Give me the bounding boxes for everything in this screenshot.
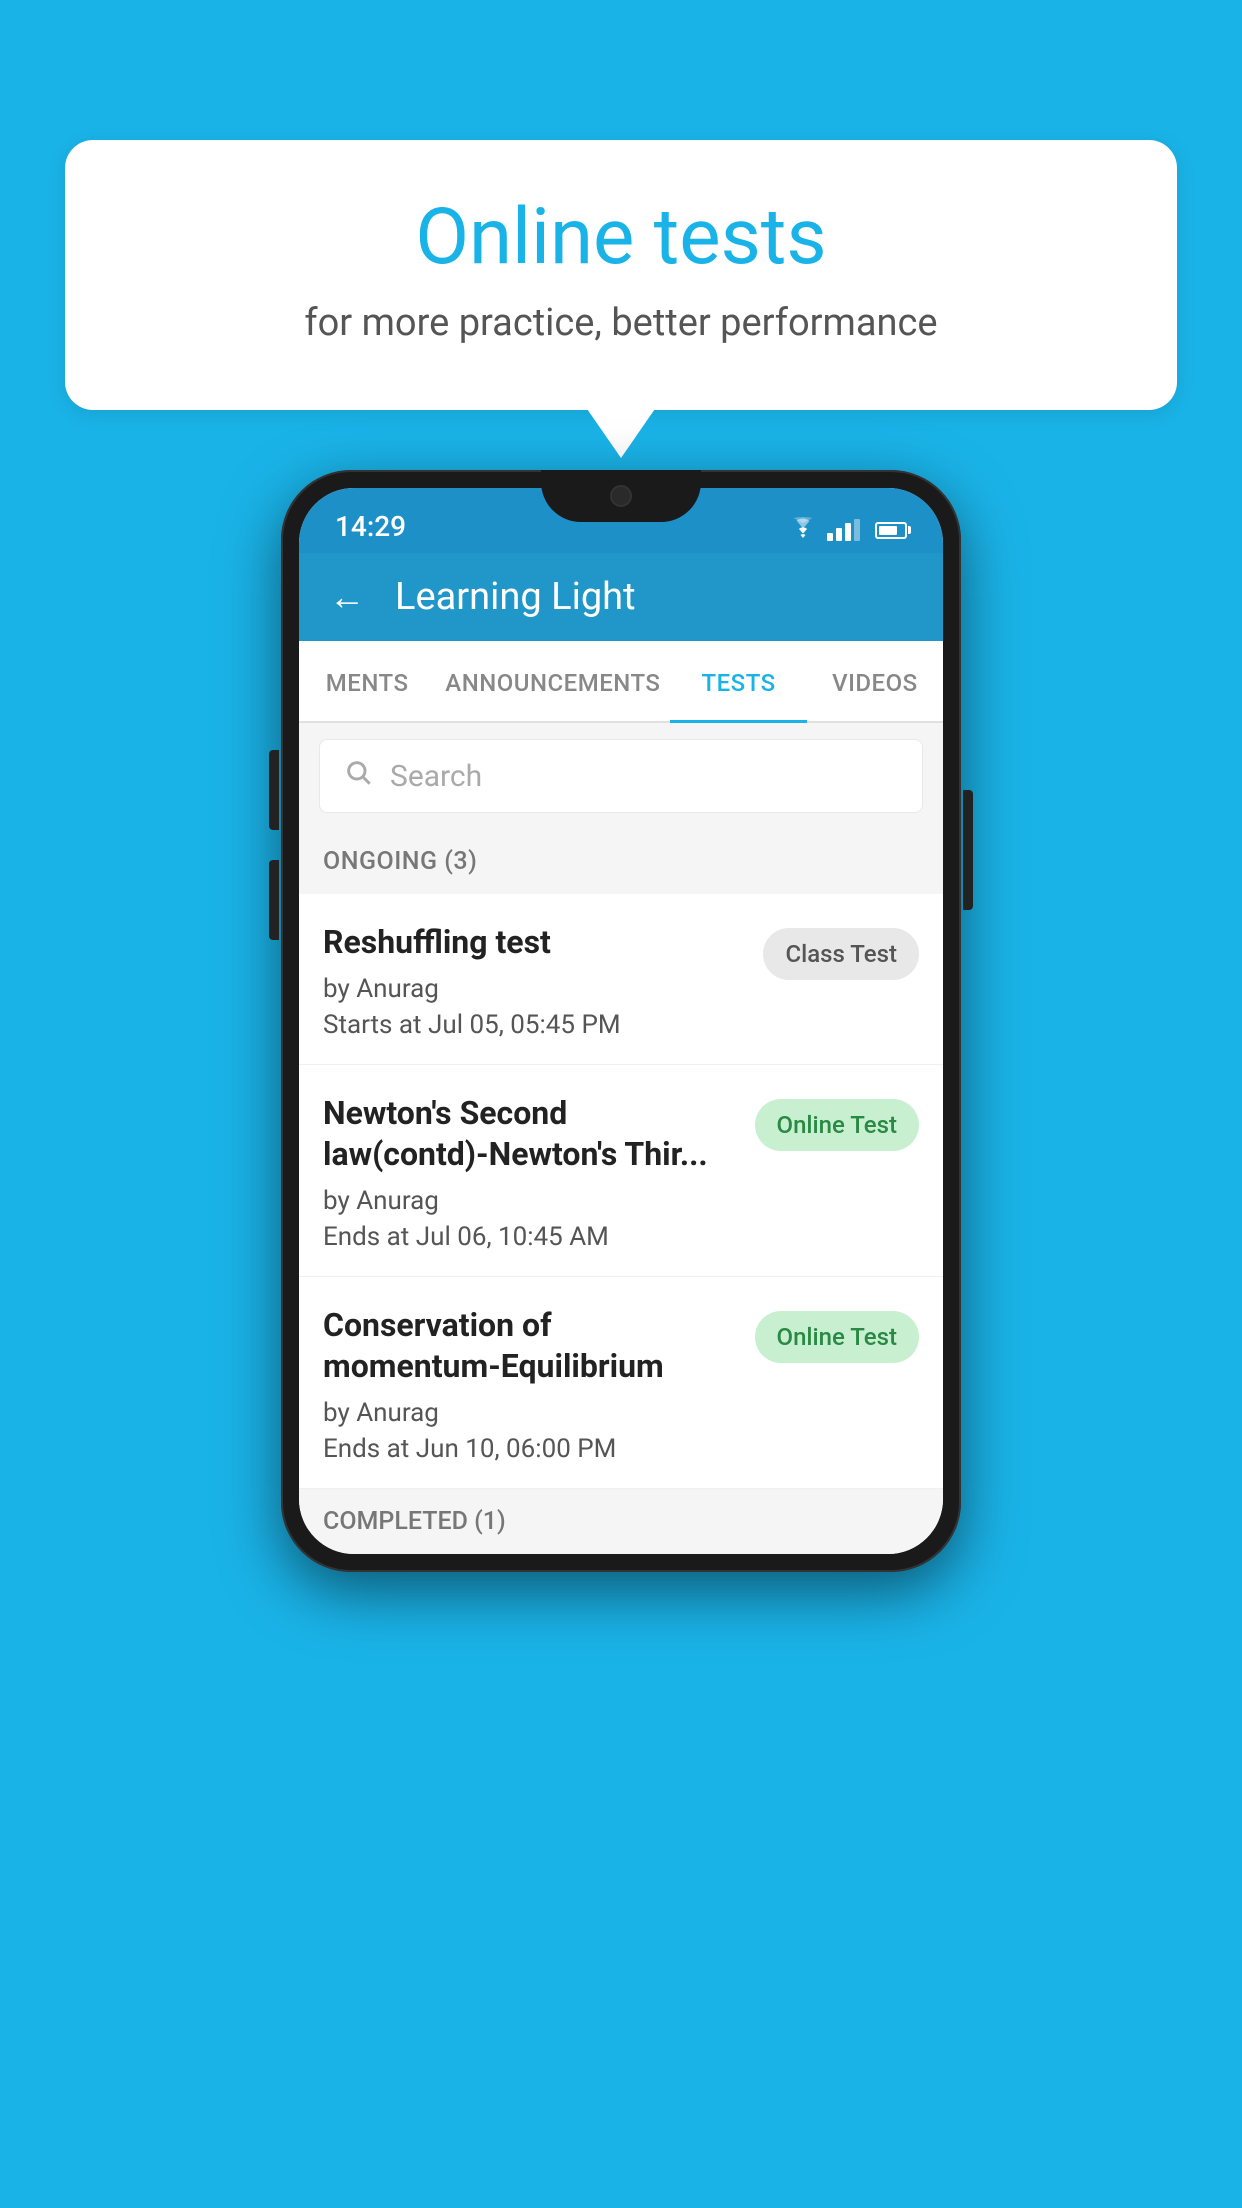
- phone-notch: [541, 470, 701, 522]
- speech-bubble: Online tests for more practice, better p…: [65, 140, 1177, 410]
- test-date: Ends at Jul 06, 10:45 AM: [323, 1222, 735, 1252]
- phone-mockup: 14:29: [281, 470, 961, 1572]
- ongoing-title: ONGOING (3): [323, 847, 919, 876]
- tab-tests[interactable]: TESTS: [670, 641, 806, 721]
- list-item[interactable]: Conservation of momentum-Equilibrium by …: [299, 1277, 943, 1489]
- test-author: by Anurag: [323, 974, 743, 1004]
- test-author: by Anurag: [323, 1186, 735, 1216]
- test-name: Newton's Second law(contd)-Newton's Thir…: [323, 1093, 735, 1176]
- back-button[interactable]: ←: [329, 576, 365, 618]
- test-date: Ends at Jun 10, 06:00 PM: [323, 1434, 735, 1464]
- list-item[interactable]: Reshuffling test by Anurag Starts at Jul…: [299, 894, 943, 1065]
- list-item[interactable]: Newton's Second law(contd)-Newton's Thir…: [299, 1065, 943, 1277]
- search-bar[interactable]: Search: [319, 739, 923, 813]
- search-container: Search: [299, 723, 943, 829]
- phone-outer: 14:29: [281, 470, 961, 1572]
- status-badge: Online Test: [755, 1099, 919, 1151]
- tabs-container: MENTS ANNOUNCEMENTS TESTS VIDEOS: [299, 641, 943, 723]
- test-info: Newton's Second law(contd)-Newton's Thir…: [323, 1093, 735, 1252]
- wifi-icon: [789, 517, 817, 543]
- status-icons: [789, 488, 907, 543]
- bubble-subtitle: for more practice, better performance: [125, 301, 1117, 345]
- search-icon: [344, 758, 372, 794]
- test-date: Starts at Jul 05, 05:45 PM: [323, 1010, 743, 1040]
- tab-announcements[interactable]: ANNOUNCEMENTS: [435, 641, 670, 721]
- signal-bars-icon: [827, 519, 860, 541]
- status-badge: Class Test: [763, 928, 919, 980]
- test-info: Reshuffling test by Anurag Starts at Jul…: [323, 922, 743, 1040]
- battery-icon: [875, 522, 907, 539]
- camera-dot: [610, 485, 632, 507]
- speech-bubble-container: Online tests for more practice, better p…: [65, 140, 1177, 410]
- status-badge: Online Test: [755, 1311, 919, 1363]
- ongoing-section-header: ONGOING (3): [299, 829, 943, 894]
- phone-screen: 14:29: [299, 488, 943, 1554]
- tab-ments[interactable]: MENTS: [299, 641, 435, 721]
- app-header: ← Learning Light: [299, 553, 943, 641]
- test-list: Reshuffling test by Anurag Starts at Jul…: [299, 894, 943, 1489]
- app-title: Learning Light: [395, 575, 636, 619]
- completed-title: COMPLETED (1): [323, 1507, 919, 1536]
- test-name: Reshuffling test: [323, 922, 743, 964]
- search-placeholder-text: Search: [390, 759, 482, 794]
- test-info: Conservation of momentum-Equilibrium by …: [323, 1305, 735, 1464]
- completed-section-header: COMPLETED (1): [299, 1489, 943, 1554]
- bubble-title: Online tests: [125, 195, 1117, 281]
- tab-videos[interactable]: VIDEOS: [807, 641, 943, 721]
- test-name: Conservation of momentum-Equilibrium: [323, 1305, 735, 1388]
- test-author: by Anurag: [323, 1398, 735, 1428]
